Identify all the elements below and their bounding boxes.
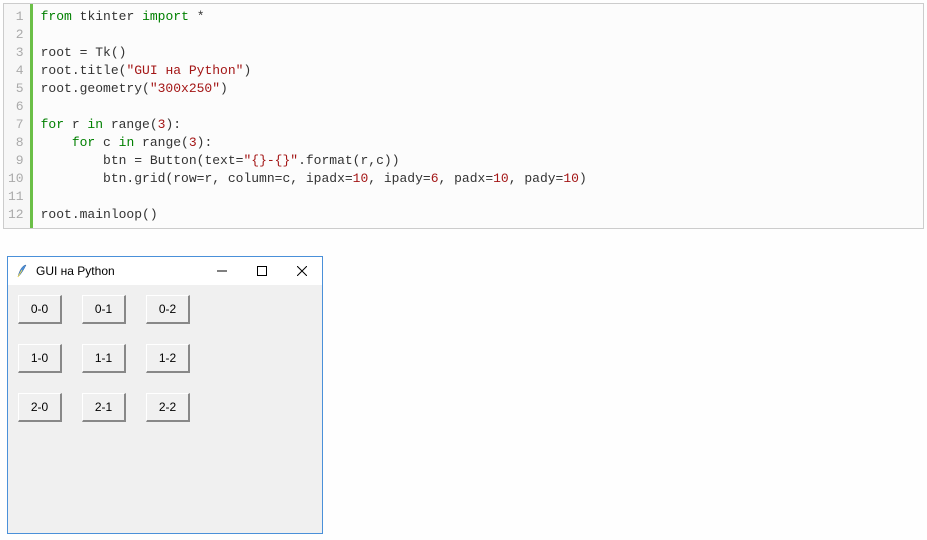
window-title: GUI на Python <box>36 264 202 278</box>
titlebar[interactable]: GUI на Python <box>8 257 322 285</box>
tkinter-feather-icon <box>14 263 30 279</box>
grid-button-0-0[interactable]: 0-0 <box>18 295 62 324</box>
line-number: 5 <box>8 80 24 98</box>
grid-button-1-2[interactable]: 1-2 <box>146 344 190 373</box>
line-number: 9 <box>8 152 24 170</box>
minimize-button[interactable] <box>202 257 242 285</box>
line-number: 3 <box>8 44 24 62</box>
line-number: 6 <box>8 98 24 116</box>
line-number: 4 <box>8 62 24 80</box>
grid-button-1-1[interactable]: 1-1 <box>82 344 126 373</box>
grid-button-1-0[interactable]: 1-0 <box>18 344 62 373</box>
line-gutter: 1 2 3 4 5 6 7 8 9 10 11 12 <box>4 4 33 228</box>
grid-button-2-2[interactable]: 2-2 <box>146 393 190 422</box>
grid-button-0-2[interactable]: 0-2 <box>146 295 190 324</box>
line-number: 12 <box>8 206 24 224</box>
line-number: 2 <box>8 26 24 44</box>
line-number: 10 <box>8 170 24 188</box>
button-grid: 0-0 0-1 0-2 1-0 1-1 1-2 2-0 2-1 2-2 <box>18 295 312 422</box>
line-number: 11 <box>8 188 24 206</box>
grid-button-0-1[interactable]: 0-1 <box>82 295 126 324</box>
minimize-icon <box>217 266 227 276</box>
close-button[interactable] <box>282 257 322 285</box>
line-number: 7 <box>8 116 24 134</box>
grid-button-2-0[interactable]: 2-0 <box>18 393 62 422</box>
maximize-icon <box>257 266 267 276</box>
client-area: 0-0 0-1 0-2 1-0 1-1 1-2 2-0 2-1 2-2 <box>8 285 322 533</box>
tkinter-window: GUI на Python 0-0 0-1 0-2 1-0 1-1 1-2 2-… <box>7 256 323 534</box>
code-content[interactable]: from tkinter import * root = Tk()root.ti… <box>33 4 923 228</box>
window-controls <box>202 257 322 285</box>
line-number: 1 <box>8 8 24 26</box>
maximize-button[interactable] <box>242 257 282 285</box>
close-icon <box>297 266 307 276</box>
line-number: 8 <box>8 134 24 152</box>
code-editor: 1 2 3 4 5 6 7 8 9 10 11 12 from tkinter … <box>3 3 924 229</box>
grid-button-2-1[interactable]: 2-1 <box>82 393 126 422</box>
